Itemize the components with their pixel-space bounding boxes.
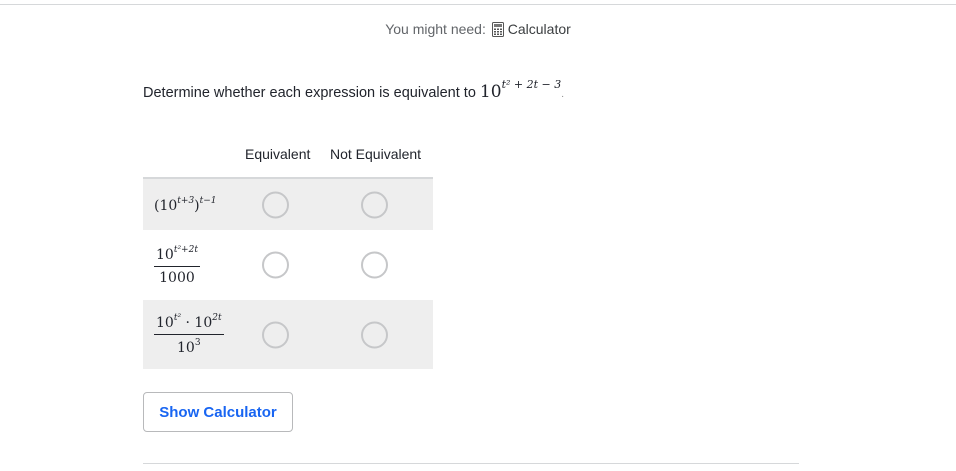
col-equivalent: Equivalent — [245, 146, 311, 162]
radio-equivalent-1[interactable] — [262, 191, 289, 218]
show-calculator-button[interactable]: Show Calculator — [143, 392, 293, 432]
table-row: (10t+3)t−1 — [143, 179, 433, 230]
radio-equivalent-2[interactable] — [262, 251, 289, 279]
radio-not-equivalent-1[interactable] — [361, 191, 388, 218]
expression-3: 10t² · 102t 103 — [154, 313, 224, 356]
equivalence-table: Equivalent Not Equivalent (10t+3)t−1 10t… — [143, 140, 433, 369]
tools-hint: You might need: Calculator — [0, 21, 956, 37]
bottom-divider — [143, 463, 799, 464]
calculator-link[interactable]: Calculator — [490, 21, 571, 37]
expression-1: (10t+3)t−1 — [154, 195, 217, 214]
table-row: 10t²+2t 1000 — [143, 230, 433, 300]
table-row: 10t² · 102t 103 — [143, 300, 433, 369]
radio-not-equivalent-3[interactable] — [361, 321, 388, 348]
calculator-icon — [491, 22, 504, 37]
question-prompt: Determine whether each expression is equ… — [143, 78, 565, 102]
radio-equivalent-3[interactable] — [262, 321, 289, 348]
target-expression: 10t² + 2t − 3 — [479, 78, 562, 102]
expression-2: 10t²+2t 1000 — [154, 244, 200, 286]
radio-not-equivalent-2[interactable] — [361, 251, 388, 279]
prompt-text: Determine whether each expression is equ… — [143, 85, 476, 101]
top-divider — [0, 4, 956, 5]
calculator-link-label: Calculator — [507, 21, 571, 37]
col-not-equivalent: Not Equivalent — [330, 146, 422, 162]
might-need-label: You might need: — [385, 21, 486, 37]
table-header: Equivalent Not Equivalent — [143, 140, 433, 179]
